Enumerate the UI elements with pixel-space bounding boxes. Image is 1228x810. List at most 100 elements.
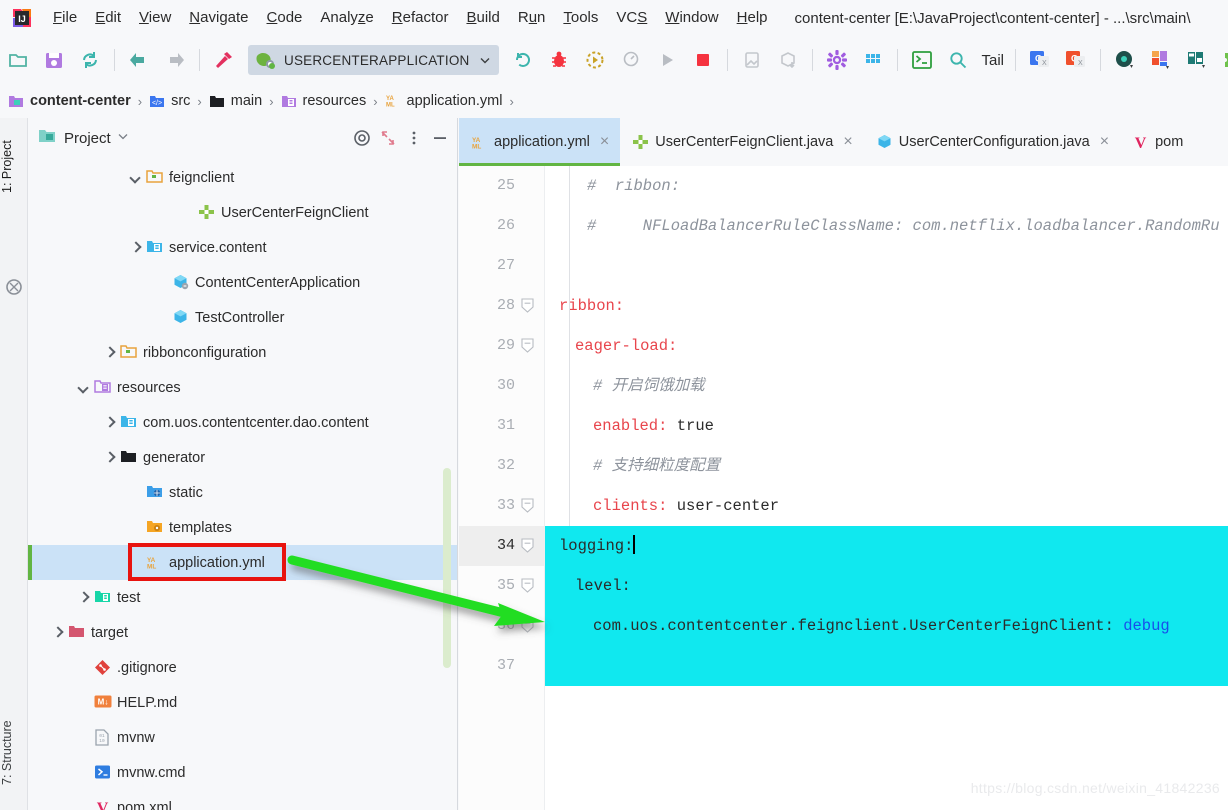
tree-item-target[interactable]: target	[28, 615, 457, 650]
tree-item-help-md[interactable]: M↓ HELP.md	[28, 685, 457, 720]
sidebar-item-structure[interactable]: 7: Structure	[0, 698, 28, 808]
menu-item-window[interactable]: Window	[656, 0, 727, 36]
update-app-icon[interactable]	[737, 45, 767, 75]
menu-item-help[interactable]: Help	[728, 0, 777, 36]
google-translate-blue-icon[interactable]: GX	[1025, 45, 1055, 75]
chevron-right-icon[interactable]	[102, 415, 118, 431]
terminal-icon[interactable]	[907, 45, 937, 75]
chevron-down-icon[interactable]	[128, 170, 144, 186]
rerun-icon[interactable]	[508, 45, 538, 75]
maven-circle-icon[interactable]	[1110, 45, 1140, 75]
project-tree[interactable]: feignclient UserCenterFeignClient service.…	[28, 160, 457, 810]
breadcrumb-item-resources[interactable]: resources	[281, 84, 366, 118]
close-icon[interactable]: ×	[598, 134, 611, 150]
code-line-35[interactable]: 35 level:	[459, 566, 1228, 606]
code-fold-icon[interactable]	[521, 498, 534, 513]
menu-item-navigate[interactable]: Navigate	[180, 0, 257, 36]
close-icon[interactable]: ×	[841, 134, 854, 150]
navigate-back-icon[interactable]	[124, 45, 154, 75]
menu-item-edit[interactable]: Edit	[86, 0, 130, 36]
tree-item-contentcenterapplication[interactable]: ContentCenterApplication	[28, 265, 457, 300]
breadcrumb-item-content-center[interactable]: content-center	[8, 84, 131, 118]
profiler-icon[interactable]	[616, 45, 646, 75]
menu-item-analyze[interactable]: Analyze	[311, 0, 382, 36]
more-options-icon[interactable]	[401, 125, 427, 151]
search-everywhere-icon[interactable]	[943, 45, 973, 75]
editor-tab-usercenterconfiguration-java[interactable]: UserCenterConfiguration.java ×	[864, 118, 1120, 166]
menu-item-tools[interactable]: Tools	[554, 0, 607, 36]
close-icon[interactable]: ×	[1098, 134, 1111, 150]
tree-item-templates[interactable]: templates	[28, 510, 457, 545]
settings-gear-icon[interactable]	[822, 45, 852, 75]
chevron-down-icon[interactable]	[117, 129, 129, 147]
code-line-29[interactable]: 29 eager-load:	[459, 326, 1228, 366]
menu-item-refactor[interactable]: Refactor	[383, 0, 458, 36]
google-translate-red-icon[interactable]: GX	[1061, 45, 1091, 75]
grid-apps-icon[interactable]	[858, 45, 888, 75]
tree-item-resources[interactable]: resources	[28, 370, 457, 405]
collapse-all-icon[interactable]	[375, 125, 401, 151]
code-line-26[interactable]: 26 # NFLoadBalancerRuleClassName: com.net…	[459, 206, 1228, 246]
code-line-34[interactable]: 34 logging:	[459, 526, 1228, 566]
stop-icon[interactable]	[688, 45, 718, 75]
save-all-icon[interactable]	[39, 45, 69, 75]
run-configuration-selector[interactable]: USERCENTERAPPLICATION	[248, 45, 500, 75]
run-icon[interactable]	[652, 45, 682, 75]
tree-item-mvnw[interactable]: 01 10 mvnw	[28, 720, 457, 755]
tree-item-com-uos-contentcenter-dao-content[interactable]: com.uos.contentcenter.dao.content	[28, 405, 457, 440]
code-line-31[interactable]: 31 enabled: true	[459, 406, 1228, 446]
build-hammer-icon[interactable]	[209, 45, 239, 75]
code-line-37[interactable]: 37	[459, 646, 1228, 686]
chevron-right-icon[interactable]	[102, 345, 118, 361]
code-line-30[interactable]: 30 # 开启饲饿加载	[459, 366, 1228, 406]
tree-item-pom-xml[interactable]: Vpom.xml	[28, 790, 457, 810]
tree-item-generator[interactable]: generator	[28, 440, 457, 475]
code-line-27[interactable]: 27	[459, 246, 1228, 286]
code-fold-icon[interactable]	[521, 538, 534, 553]
tree-item-mvnw-cmd[interactable]: mvnw.cmd	[28, 755, 457, 790]
code-line-32[interactable]: 32 # 支持细粒度配置	[459, 446, 1228, 486]
tree-item--gitignore[interactable]: .gitignore	[28, 650, 457, 685]
code-editor[interactable]: 25 # ribbon: 26 # NFLoadBalancerRuleClassNa…	[459, 166, 1228, 810]
menu-item-code[interactable]: Code	[258, 0, 312, 36]
breadcrumb-item-src[interactable]: </> src	[149, 84, 190, 118]
code-line-28[interactable]: 28 ribbon:	[459, 286, 1228, 326]
target-locate-icon[interactable]	[349, 125, 375, 151]
tail-button[interactable]: Tail	[976, 52, 1009, 69]
tree-item-static[interactable]: static	[28, 475, 457, 510]
tree-item-testcontroller[interactable]: TestController	[28, 300, 457, 335]
code-line-25[interactable]: 25 # ribbon:	[459, 166, 1228, 206]
chevron-right-icon[interactable]	[102, 450, 118, 466]
menu-item-file[interactable]: File	[44, 0, 86, 36]
chevron-right-icon[interactable]	[128, 240, 144, 256]
menu-item-view[interactable]: View	[130, 0, 180, 36]
get-artifacts-icon[interactable]	[773, 45, 803, 75]
editor-tab-application-yml[interactable]: YA ML application.yml ×	[459, 118, 621, 166]
code-line-33[interactable]: 33 clients: user-center	[459, 486, 1228, 526]
chevron-right-icon[interactable]	[50, 625, 66, 641]
run-with-coverage-icon[interactable]	[580, 45, 610, 75]
hide-panel-icon[interactable]	[427, 125, 453, 151]
tree-item-service-content[interactable]: service.content	[28, 230, 457, 265]
code-fold-icon[interactable]	[521, 338, 534, 353]
code-fold-icon[interactable]	[521, 578, 534, 593]
open-folder-icon[interactable]	[3, 45, 33, 75]
menu-item-vcs[interactable]: VCS	[607, 0, 656, 36]
tree-item-ribbonconfiguration[interactable]: ribbonconfiguration	[28, 335, 457, 370]
code-line-36[interactable]: 36 com.uos.contentcenter.feignclient.User…	[459, 606, 1228, 646]
menu-item-run[interactable]: Run	[509, 0, 555, 36]
navigate-forward-icon[interactable]	[160, 45, 190, 75]
code-lines[interactable]: 25 # ribbon: 26 # NFLoadBalancerRuleClassNa…	[459, 166, 1228, 810]
chevron-right-icon[interactable]	[76, 590, 92, 606]
project-tree-scrollbar[interactable]	[443, 468, 451, 668]
plugin-puzzle-icon[interactable]	[1218, 45, 1228, 75]
breadcrumb-item-application-yml[interactable]: YA ML application.yml	[385, 84, 503, 118]
code-fold-icon[interactable]	[521, 298, 534, 313]
structure-search-icon[interactable]	[5, 278, 23, 301]
tree-item-test[interactable]: test	[28, 580, 457, 615]
editor-tab-usercenterfeignclient-java[interactable]: UserCenterFeignClient.java ×	[620, 118, 863, 166]
code-fold-icon[interactable]	[521, 618, 534, 633]
chevron-down-icon[interactable]	[76, 380, 92, 396]
tree-item-feignclient[interactable]: feignclient	[28, 160, 457, 195]
debug-bug-icon[interactable]	[544, 45, 574, 75]
